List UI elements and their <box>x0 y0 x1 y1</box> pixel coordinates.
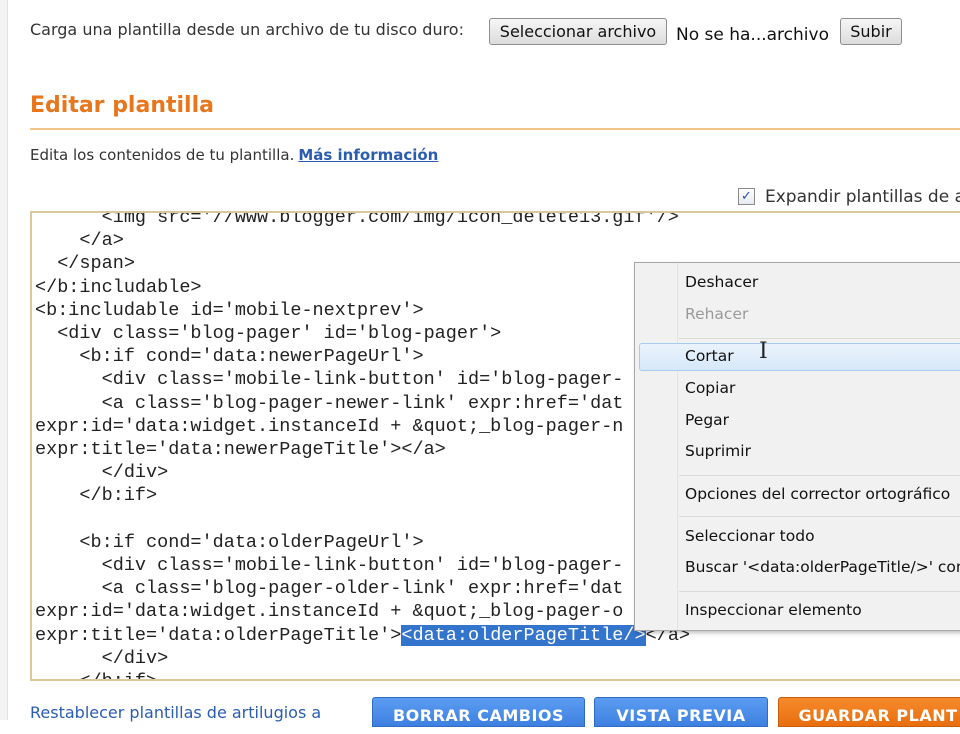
code-line: </div> <box>35 461 690 484</box>
code-text: </div> <box>35 462 169 484</box>
code-line: <b:if cond='data:newerPageUrl'> <box>35 345 690 368</box>
preview-button[interactable]: VISTA PREVIA <box>594 697 768 727</box>
code-text: <div class='blog-pager' id='blog-pager'> <box>35 323 502 345</box>
code-line: </a> <box>35 229 690 252</box>
divider <box>30 128 960 130</box>
code-text: <img src='//www.blogger.com/img/icon_del… <box>35 211 679 228</box>
text-cursor-icon: I <box>759 339 768 364</box>
code-line: <div class='mobile-link-button' id='blog… <box>35 368 690 391</box>
left-border <box>0 0 8 720</box>
selected-text: <data:olderPageTitle/> <box>401 624 646 646</box>
expand-widgets-label: Expandir plantillas de a <box>765 187 960 207</box>
code-line: ​ <box>35 508 690 531</box>
file-status: No se ha...archivo <box>676 25 829 45</box>
template-code[interactable]: <img src='//www.blogger.com/img/icon_del… <box>35 211 690 679</box>
menu-item-suprimir[interactable]: Suprimir <box>685 442 751 460</box>
code-line: expr:id='data:widget.instanceId + &quot;… <box>35 415 690 438</box>
code-line: <img src='//www.blogger.com/img/icon_del… <box>35 211 690 229</box>
section-title: Editar plantilla <box>30 93 214 118</box>
menu-item-copiar[interactable]: Copiar <box>685 379 735 397</box>
code-text: </b:if> <box>35 485 158 507</box>
menu-separator <box>679 475 960 476</box>
menu-item-pegar[interactable]: Pegar <box>685 411 729 429</box>
menu-item-search[interactable]: Buscar '<data:olderPageTitle/>' con <box>685 558 960 576</box>
code-text: <b:if cond='data:olderPageUrl'> <box>35 531 424 553</box>
select-file-button[interactable]: Seleccionar archivo <box>489 18 667 45</box>
code-text: <a class='blog-pager-older-link' expr:hr… <box>35 578 624 600</box>
upload-button[interactable]: Subir <box>840 18 902 45</box>
code-text: <div class='mobile-link-button' id='blog… <box>35 369 624 391</box>
more-info-link[interactable]: Más información <box>298 146 438 164</box>
code-line: </div> <box>35 647 690 670</box>
description-text: Edita los contenidos de tu plantilla. <box>30 146 295 164</box>
menu-item-select-all[interactable]: Seleccionar todo <box>685 527 815 545</box>
code-line: </span> <box>35 252 690 275</box>
code-line: <a class='blog-pager-older-link' expr:hr… <box>35 577 690 600</box>
code-line: </b:if> <box>35 670 690 679</box>
section-description: Edita los contenidos de tu plantilla. Más… <box>30 146 438 164</box>
menu-gutter <box>677 263 678 630</box>
reset-widgets-link[interactable]: Restablecer plantillas de artilugios a <box>30 703 321 722</box>
code-line: <a class='blog-pager-newer-link' expr:hr… <box>35 392 690 415</box>
code-text: <b:includable id='mobile-nextprev'> <box>35 299 424 321</box>
menu-item-deshacer[interactable]: Deshacer <box>685 273 758 291</box>
menu-item-rehacer: Rehacer <box>685 305 749 323</box>
code-line: <div class='mobile-link-button' id='blog… <box>35 554 690 577</box>
code-text: expr:title='data:olderPageTitle'> <box>35 624 402 646</box>
menu-item-spellcheck-options[interactable]: Opciones del corrector ortográfico <box>685 485 950 503</box>
menu-item-inspect[interactable]: Inspeccionar elemento <box>685 601 862 619</box>
code-text: expr:id='data:widget.instanceId + &quot;… <box>35 415 624 437</box>
code-text: <b:if cond='data:newerPageUrl'> <box>35 346 424 368</box>
menu-separator <box>679 591 960 592</box>
code-line: </b:includable> <box>35 276 690 299</box>
menu-separator <box>679 516 960 517</box>
code-line: <b:if cond='data:olderPageUrl'> <box>35 531 690 554</box>
code-line: </b:if> <box>35 484 690 507</box>
expand-widgets-checkbox[interactable]: ✓ <box>738 188 755 205</box>
clear-changes-button[interactable]: BORRAR CAMBIOS <box>372 697 585 727</box>
code-text: </a> <box>35 230 124 252</box>
menu-separator <box>679 338 960 339</box>
code-text: <a class='blog-pager-newer-link' expr:hr… <box>35 392 624 414</box>
menu-item-cortar[interactable]: Cortar <box>685 347 734 365</box>
save-template-button[interactable]: GUARDAR PLANT <box>778 697 960 727</box>
code-text: expr:title='data:newerPageTitle'></a> <box>35 439 446 461</box>
code-text: </div> <box>35 647 169 669</box>
code-line: expr:id='data:widget.instanceId + &quot;… <box>35 600 690 623</box>
code-text: expr:id='data:widget.instanceId + &quot;… <box>35 601 624 623</box>
code-text: </span> <box>35 253 135 275</box>
code-line: <b:includable id='mobile-nextprev'> <box>35 299 690 322</box>
code-text: <div class='mobile-link-button' id='blog… <box>35 555 624 577</box>
code-text: </b:if> <box>35 671 157 679</box>
code-line: expr:title='data:newerPageTitle'></a> <box>35 438 690 461</box>
code-line: <div class='blog-pager' id='blog-pager'> <box>35 322 690 345</box>
upload-label: Carga una plantilla desde un archivo de … <box>30 20 464 39</box>
code-line: expr:title='data:olderPageTitle'><data:o… <box>35 624 690 647</box>
code-text: </b:includable> <box>35 276 202 298</box>
context-menu: Deshacer Rehacer Cortar Copiar Pegar Sup… <box>634 262 960 631</box>
